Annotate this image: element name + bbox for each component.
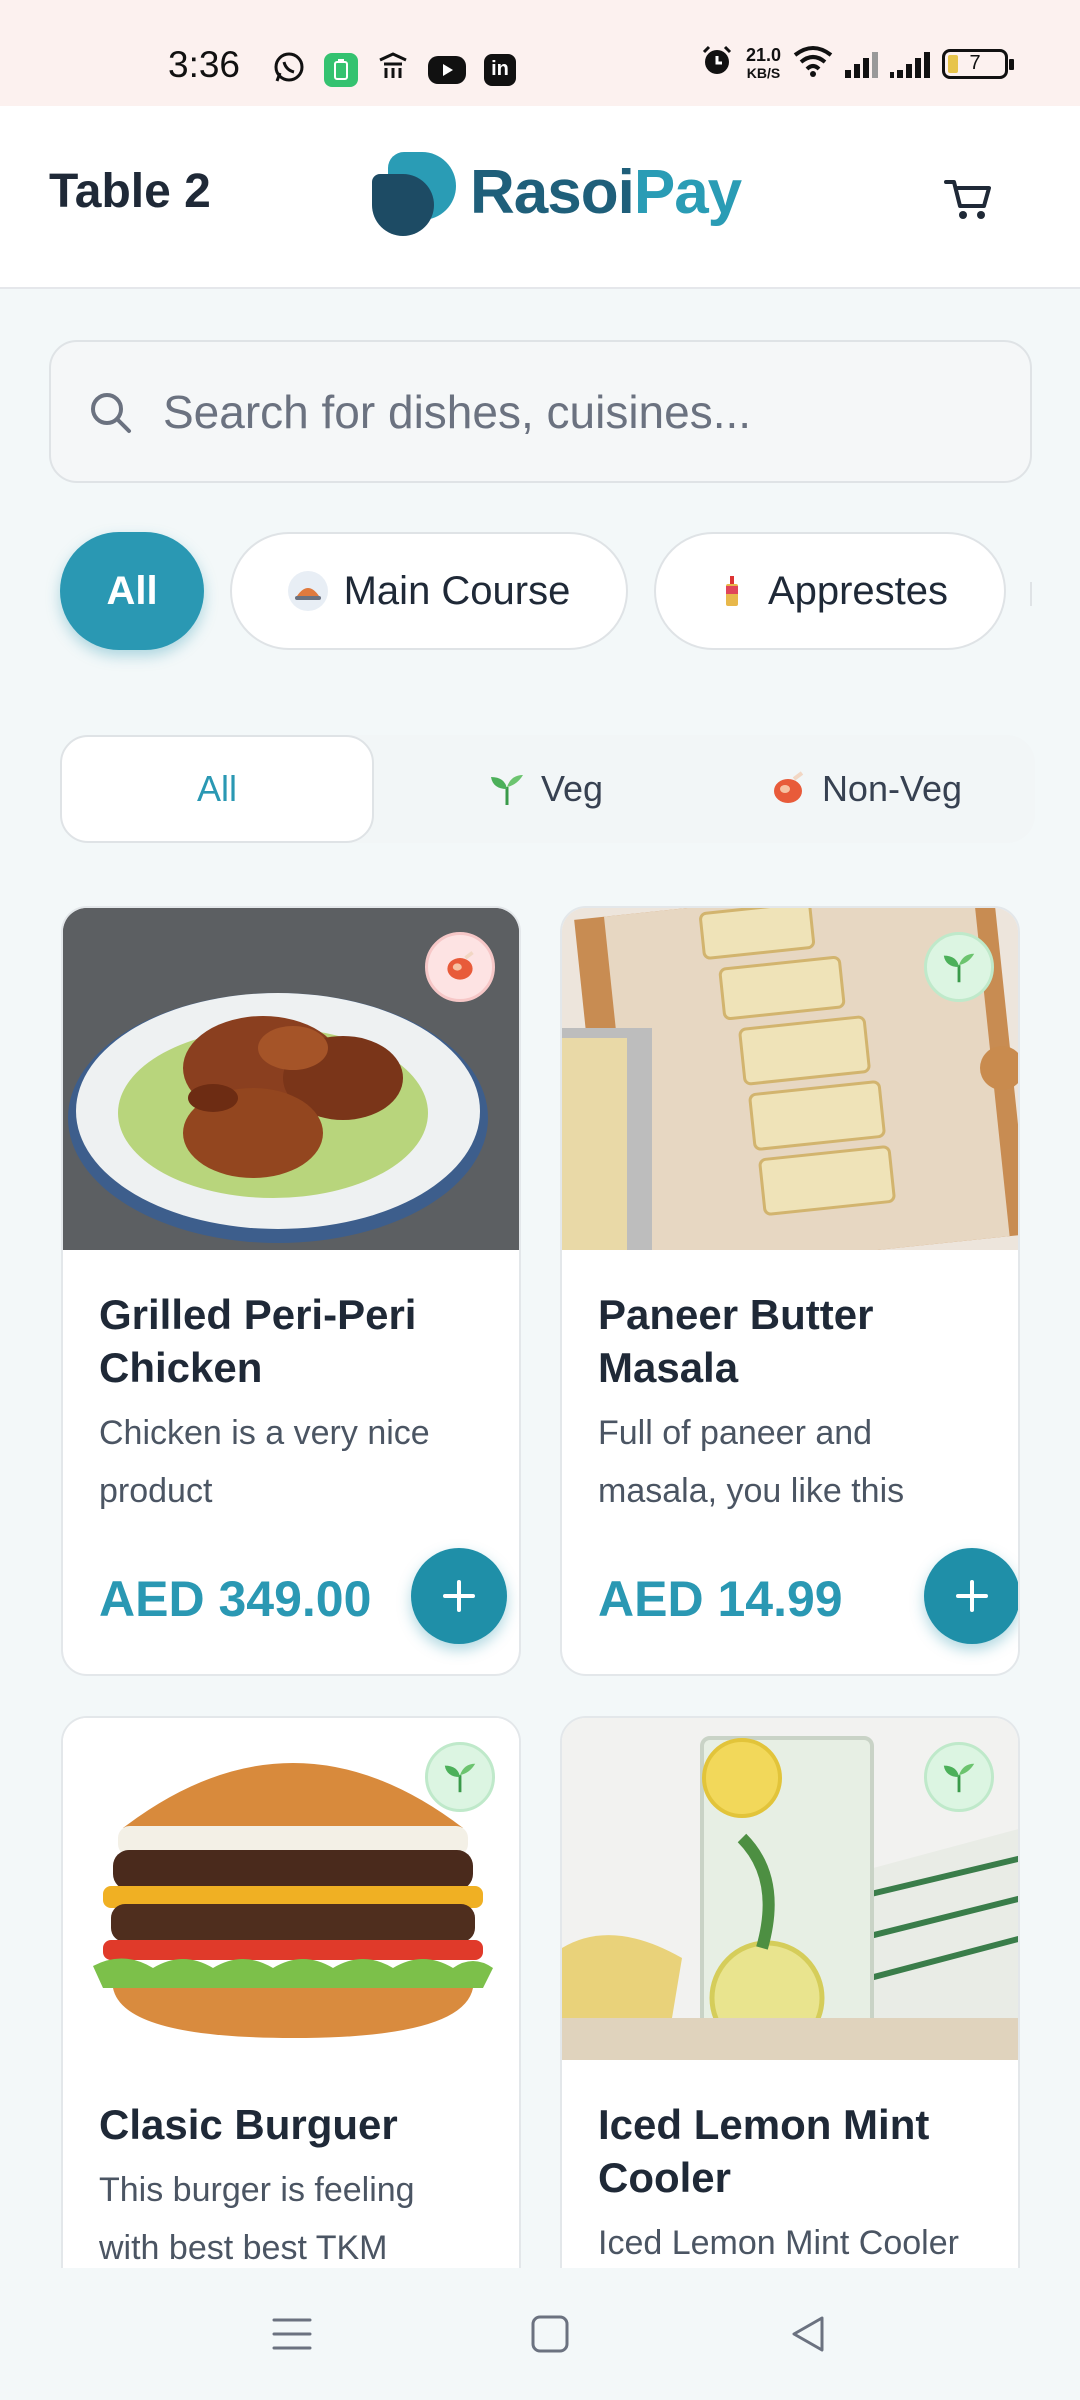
sprout-icon	[490, 775, 523, 805]
sprout-icon	[444, 1763, 476, 1793]
signal-icon-2	[890, 50, 930, 78]
notification-icons: in	[272, 50, 516, 89]
add-to-cart-button[interactable]	[411, 1548, 507, 1644]
food-platter-icon	[287, 571, 328, 611]
system-nav-bar	[0, 2268, 1080, 2400]
brand-mark-icon	[370, 150, 458, 236]
category-chip-label: All	[106, 568, 158, 613]
back-triangle-icon	[792, 2316, 824, 2352]
diet-filter-label: Non-Veg	[821, 768, 963, 809]
dish-description: Chicken is a very nice product	[99, 1414, 430, 1510]
sprout-icon	[943, 1763, 975, 1793]
system-icons: 21.0 KB/S 7	[700, 44, 1014, 83]
battery-level: 7	[969, 52, 981, 74]
more-chips-indicator	[1030, 582, 1032, 606]
signal-icon	[845, 50, 878, 78]
sprout-icon	[943, 953, 975, 983]
brand-name-part2: Pay	[633, 157, 742, 227]
diet-filter-all[interactable]: All	[60, 735, 374, 843]
category-chip-apprestes[interactable]: Apprestes	[654, 532, 1006, 650]
home-nav-button[interactable]	[520, 2304, 580, 2364]
drink-icon	[712, 571, 752, 611]
category-chip-main-course[interactable]: Main Course	[230, 532, 628, 650]
dish-description: Iced Lemon Mint Cooler	[598, 2224, 959, 2262]
plus-icon	[443, 1580, 475, 1612]
veg-badge	[924, 1742, 994, 1812]
home-square-icon	[531, 2315, 569, 2353]
veg-badge	[924, 932, 994, 1002]
diet-filter: All Veg Non-Veg	[60, 735, 1035, 843]
dish-card[interactable]: Grilled Peri-Peri Chicken Chicken is a v…	[61, 906, 521, 1676]
brand-logo: RasoiPay	[370, 150, 742, 236]
network-speed-unit: KB/S	[746, 64, 781, 81]
menu-nav-button[interactable]	[262, 2304, 322, 2364]
add-to-cart-button[interactable]	[924, 1548, 1018, 1644]
notification-icon	[376, 50, 410, 89]
menu-icon	[272, 2318, 312, 2350]
wifi-icon	[793, 45, 833, 82]
non-veg-badge	[425, 932, 495, 1002]
network-speed: 21.0 KB/S	[746, 46, 781, 82]
dish-name: Clasic Burguer	[99, 2101, 398, 2148]
back-nav-button[interactable]	[778, 2304, 838, 2364]
dish-image	[63, 908, 519, 1250]
meat-icon	[773, 771, 804, 803]
dish-image	[63, 1718, 519, 2060]
cart-button[interactable]	[938, 168, 998, 228]
diet-filter-label: Veg	[540, 768, 604, 809]
network-speed-value: 21.0	[745, 44, 781, 65]
brand-name: RasoiPay	[470, 157, 742, 228]
dish-price: AED 349.00	[99, 1571, 372, 1627]
dish-image	[562, 908, 1018, 1250]
category-chip-label: Main Course	[343, 568, 571, 613]
meat-icon	[447, 951, 474, 980]
status-time: 3:36	[168, 44, 241, 85]
veg-badge	[425, 1742, 495, 1812]
dish-description: This burger is feeling with best best TK…	[99, 2171, 415, 2267]
dish-price: AED 14.99	[598, 1571, 843, 1627]
search-bar[interactable]	[49, 340, 1032, 483]
search-icon	[91, 392, 131, 433]
dish-card[interactable]: Clasic Burguer This burger is feeling wi…	[61, 1716, 521, 2336]
dish-name: Paneer Butter Masala	[598, 1291, 874, 1391]
alarm-icon	[700, 44, 734, 83]
dish-description: Full of paneer and masala, you like this	[598, 1414, 905, 1510]
dish-card[interactable]: Iced Lemon Mint Cooler Iced Lemon Mint C…	[560, 1716, 1020, 2336]
cart-icon	[944, 180, 991, 219]
diet-filter-label: All	[196, 768, 237, 809]
table-label: Table 2	[49, 165, 211, 218]
status-bar: 3:36 in 21.0 KB/S 7	[0, 0, 1080, 106]
dish-card[interactable]: Paneer Butter Masala Full of paneer and …	[560, 906, 1020, 1676]
youtube-icon	[428, 55, 466, 84]
dish-image	[562, 1718, 1018, 2060]
plus-icon	[956, 1580, 988, 1612]
search-input[interactable]	[163, 384, 963, 439]
dish-name: Grilled Peri-Peri Chicken	[99, 1291, 417, 1391]
category-tabs: All Main Course Apprestes	[0, 530, 1080, 655]
diet-filter-veg[interactable]: Veg	[390, 735, 700, 843]
battery-saver-icon	[324, 52, 358, 87]
dish-name: Iced Lemon Mint Cooler	[598, 2101, 930, 2201]
brand-name-part1: Rasoi	[470, 157, 635, 227]
battery-icon: 7	[942, 48, 1014, 79]
linkedin-icon: in	[484, 53, 516, 86]
category-chip-all[interactable]: All	[60, 532, 204, 650]
category-chip-label: Apprestes	[767, 568, 949, 613]
whatsapp-icon	[272, 50, 306, 89]
diet-filter-non-veg[interactable]: Non-Veg	[710, 735, 1020, 843]
app-header: Table 2 RasoiPay	[0, 106, 1080, 289]
